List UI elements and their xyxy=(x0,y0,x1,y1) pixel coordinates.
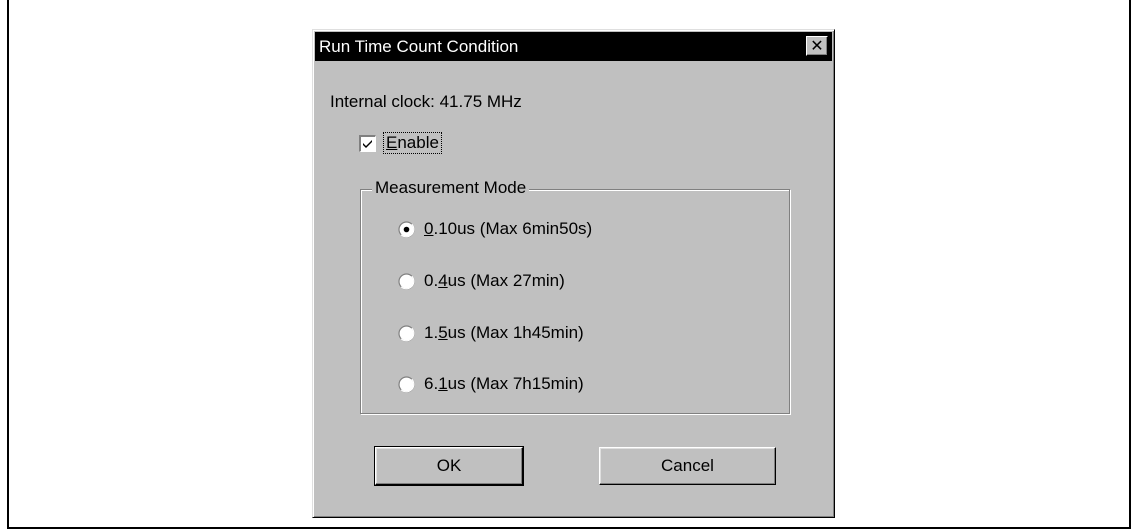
radio-label: 1.5us (Max 1h45min) xyxy=(424,323,584,343)
close-icon: ✕ xyxy=(810,36,824,55)
internal-clock-label: Internal clock: 41.75 MHz xyxy=(330,92,522,111)
radio-option-0-10us[interactable]: 0.10us (Max 6min50s) xyxy=(398,218,592,240)
run-time-count-condition-dialog: Run Time Count Condition ✕ Internal cloc… xyxy=(312,29,835,518)
label-pre: 6. xyxy=(424,374,439,393)
ok-button[interactable]: OK xyxy=(374,446,524,486)
close-button[interactable]: ✕ xyxy=(806,36,828,56)
enable-label: Enable xyxy=(383,132,442,154)
radio-label: 0.4us (Max 27min) xyxy=(424,271,565,291)
dialog-title: Run Time Count Condition xyxy=(319,37,519,56)
radio-label: 0.10us (Max 6min50s) xyxy=(424,219,592,239)
radio-option-1-5us[interactable]: 1.5us (Max 1h45min) xyxy=(398,322,584,344)
measurement-mode-legend: Measurement Mode xyxy=(372,178,530,198)
label-mnemonic: 5 xyxy=(438,323,448,342)
label-post: .10us (Max 6min50s) xyxy=(433,219,593,238)
label-pre: 0. xyxy=(424,271,439,290)
cancel-button[interactable]: Cancel xyxy=(599,447,776,485)
enable-label-rest: nable xyxy=(397,133,439,152)
checkbox-box[interactable] xyxy=(359,134,376,152)
label-post: us (Max 27min) xyxy=(447,271,565,290)
radio-option-0-4us[interactable]: 0.4us (Max 27min) xyxy=(398,270,565,292)
label-post: us (Max 1h45min) xyxy=(447,323,584,342)
radio-unselected-icon[interactable] xyxy=(398,375,415,393)
label-mnemonic: 1 xyxy=(438,374,448,393)
radio-label: 6.1us (Max 7h15min) xyxy=(424,374,584,394)
checkmark-icon xyxy=(363,139,372,148)
label-post: us (Max 7h15min) xyxy=(447,374,584,393)
radio-option-6-1us[interactable]: 6.1us (Max 7h15min) xyxy=(398,373,584,395)
measurement-mode-group: Measurement Mode 0.10us (Max 6min50s) 0.… xyxy=(360,178,790,414)
radio-unselected-icon[interactable] xyxy=(398,324,415,342)
radio-selected-icon[interactable] xyxy=(398,220,415,238)
label-pre: 1. xyxy=(424,323,439,342)
dialog-titlebar[interactable]: Run Time Count Condition ✕ xyxy=(315,32,832,61)
label-mnemonic: 4 xyxy=(438,271,448,290)
enable-label-mnemonic: E xyxy=(386,133,398,152)
enable-checkbox[interactable]: Enable xyxy=(359,132,442,154)
radio-unselected-icon[interactable] xyxy=(398,272,415,290)
